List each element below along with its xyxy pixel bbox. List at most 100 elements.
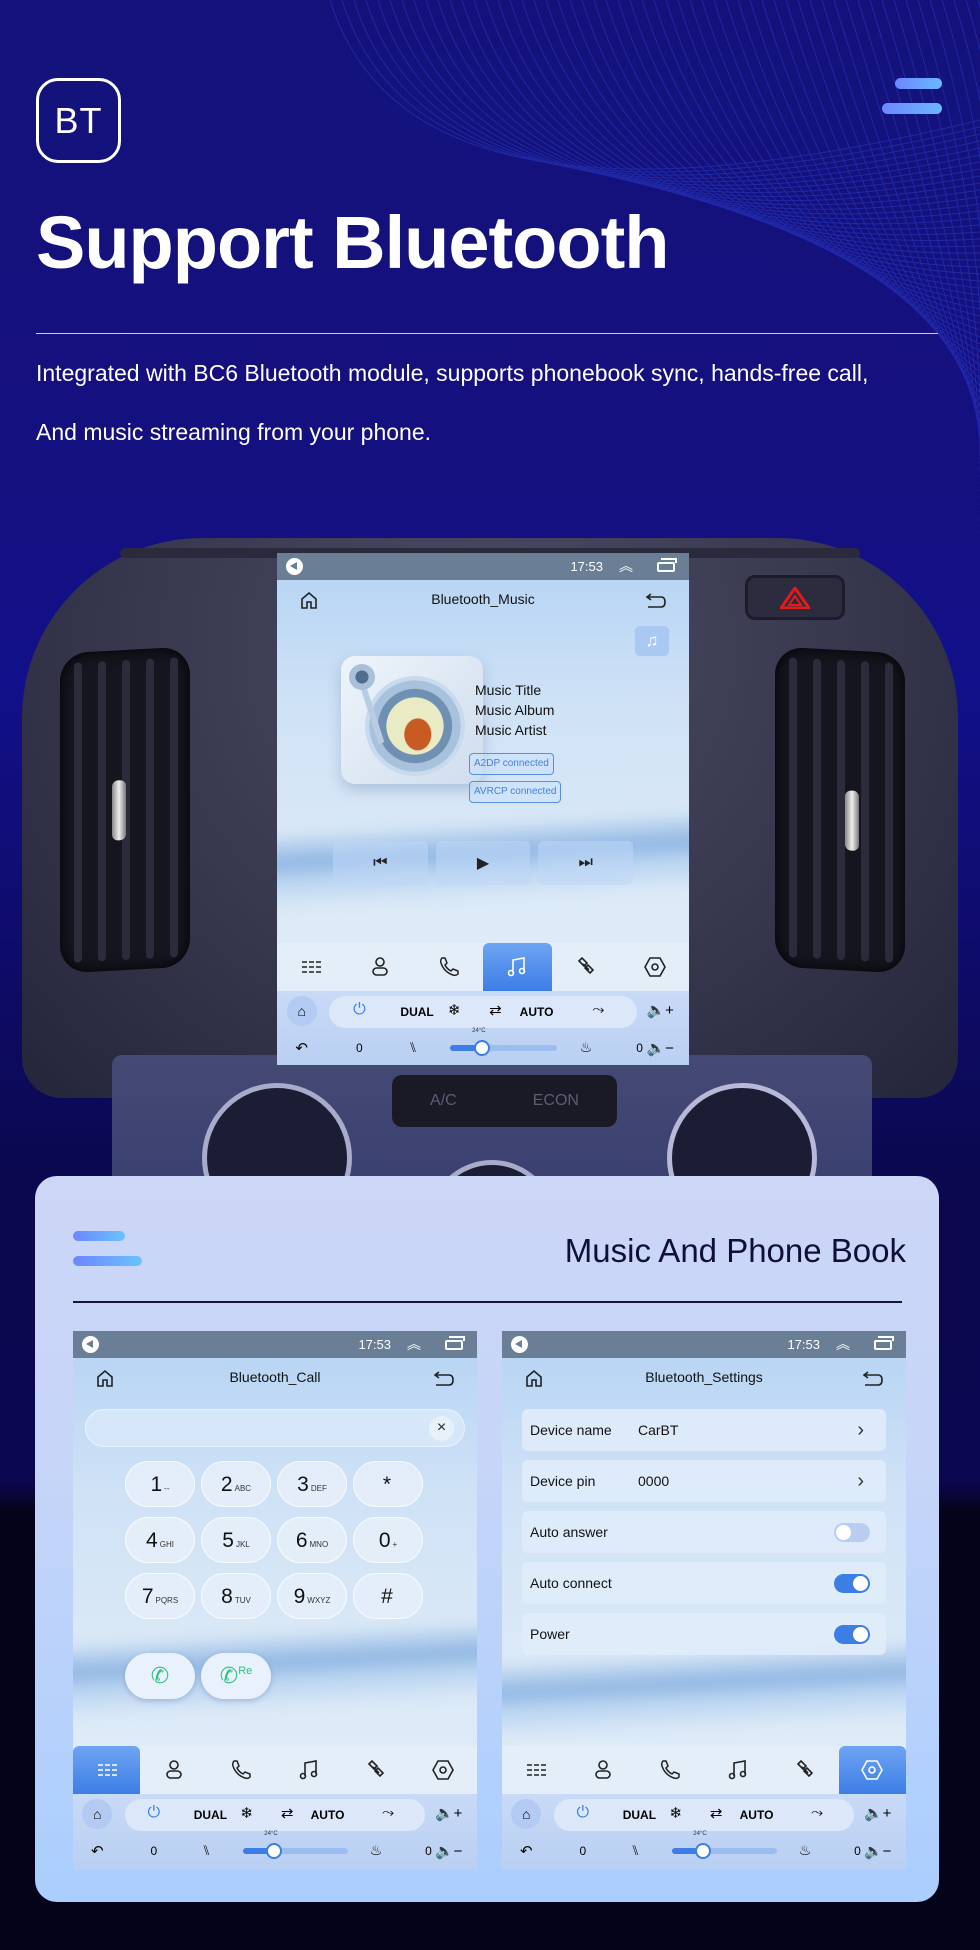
chevron-right-icon[interactable]: › xyxy=(857,1470,864,1493)
return-button[interactable]: ↶ xyxy=(91,1842,104,1860)
volume-down-button[interactable]: 🔈− xyxy=(435,1842,462,1860)
tab-settings[interactable] xyxy=(620,943,689,991)
back-icon[interactable] xyxy=(645,591,667,609)
tab-apps[interactable] xyxy=(277,943,346,991)
auto-button[interactable]: AUTO xyxy=(311,1808,345,1822)
fan-speed-slider[interactable] xyxy=(450,1040,558,1056)
dual-button[interactable]: DUAL xyxy=(623,1808,656,1822)
left-seat-button[interactable]: ⑊ xyxy=(631,1842,639,1858)
settings-row-device-pin[interactable]: Device pin 0000 › xyxy=(522,1460,886,1502)
volume-up-button[interactable]: 🔈+ xyxy=(435,1804,462,1822)
chevron-right-icon[interactable]: › xyxy=(857,1419,864,1442)
tab-contacts[interactable] xyxy=(140,1746,207,1794)
tab-music[interactable] xyxy=(275,1746,342,1794)
tab-call[interactable] xyxy=(414,943,483,991)
call-button[interactable]: ✆ xyxy=(125,1653,195,1699)
fan-speed-slider[interactable] xyxy=(242,1843,348,1859)
tab-settings[interactable] xyxy=(838,1746,906,1794)
toggle-switch[interactable] xyxy=(834,1574,870,1593)
play-button[interactable]: ▶ xyxy=(435,841,531,885)
tab-call[interactable] xyxy=(637,1746,704,1794)
volume-icon[interactable] xyxy=(286,558,303,575)
ac-snowflake-button[interactable]: ❄ xyxy=(240,1804,253,1822)
seat-heat-button[interactable]: ♨ xyxy=(799,1842,812,1859)
volume-icon[interactable] xyxy=(511,1336,528,1353)
ac-button[interactable]: A/C xyxy=(430,1092,457,1110)
recirculation-button[interactable]: ⇄ xyxy=(710,1804,723,1822)
hazard-button[interactable] xyxy=(745,575,845,620)
auto-button[interactable]: AUTO xyxy=(740,1808,774,1822)
clear-button[interactable]: × xyxy=(429,1416,454,1441)
dial-key[interactable]: * xyxy=(353,1461,423,1507)
dial-key[interactable]: 5 JKL xyxy=(201,1517,271,1563)
power-button[interactable]: ⏻ xyxy=(576,1804,589,1822)
redial-button[interactable]: ✆ Re xyxy=(201,1653,271,1699)
next-button[interactable]: ⏭ xyxy=(538,841,634,885)
tab-contacts[interactable] xyxy=(346,943,415,991)
dial-key[interactable]: 3 DEF xyxy=(277,1461,347,1507)
power-button[interactable]: ⏻ xyxy=(353,1001,366,1019)
home-button[interactable]: ⌂ xyxy=(286,996,317,1026)
econ-button[interactable]: ECON xyxy=(533,1092,579,1110)
tab-apps[interactable] xyxy=(73,1746,141,1794)
fan-speed-thumb[interactable] xyxy=(266,1843,283,1859)
fan-speed-slider[interactable] xyxy=(671,1843,777,1859)
recirculation-button[interactable]: ⇄ xyxy=(281,1804,294,1822)
toggle-switch[interactable] xyxy=(834,1523,870,1542)
settings-row-auto-answer[interactable]: Auto answer xyxy=(522,1511,886,1553)
tab-music[interactable] xyxy=(704,1746,771,1794)
recents-icon[interactable] xyxy=(874,1336,894,1350)
music-source-button[interactable]: ♫ xyxy=(635,626,669,656)
dial-key[interactable]: 0 + xyxy=(353,1517,423,1563)
volume-up-button[interactable]: 🔈+ xyxy=(646,1001,673,1019)
dial-key[interactable]: 7 PQRS xyxy=(125,1573,195,1619)
volume-down-button[interactable]: 🔈− xyxy=(864,1842,891,1860)
recents-icon[interactable] xyxy=(657,558,677,572)
settings-row-auto-connect[interactable]: Auto connect xyxy=(522,1562,886,1604)
fan-speed-thumb[interactable] xyxy=(474,1040,491,1056)
tab-link[interactable] xyxy=(771,1746,838,1794)
airflow-button[interactable]: ⤳ xyxy=(382,1804,394,1821)
settings-row-device-name[interactable]: Device name CarBT › xyxy=(522,1409,886,1451)
dual-button[interactable]: DUAL xyxy=(194,1808,227,1822)
recirculation-button[interactable]: ⇄ xyxy=(489,1001,502,1019)
home-button[interactable]: ⌂ xyxy=(511,1799,542,1829)
seat-heat-button[interactable]: ♨ xyxy=(370,1842,383,1859)
dial-key[interactable]: # xyxy=(353,1573,423,1619)
airflow-button[interactable]: ⤳ xyxy=(811,1804,823,1821)
volume-up-button[interactable]: 🔈+ xyxy=(864,1804,891,1822)
back-icon[interactable] xyxy=(433,1369,455,1387)
fan-speed-thumb[interactable] xyxy=(695,1843,712,1859)
ac-snowflake-button[interactable]: ❄ xyxy=(669,1804,682,1822)
tab-contacts[interactable] xyxy=(569,1746,636,1794)
home-button[interactable]: ⌂ xyxy=(82,1799,113,1829)
dial-key[interactable]: 4 GHI xyxy=(125,1517,195,1563)
dial-key[interactable]: 8 TUV xyxy=(201,1573,271,1619)
recents-icon[interactable] xyxy=(445,1336,465,1350)
tab-call[interactable] xyxy=(208,1746,275,1794)
return-button[interactable]: ↶ xyxy=(520,1842,533,1860)
dial-key[interactable]: 2 ABC xyxy=(201,1461,271,1507)
chevron-up-icon[interactable]: ︽ xyxy=(836,1334,850,1354)
tab-link[interactable] xyxy=(342,1746,409,1794)
left-seat-button[interactable]: ⑊ xyxy=(409,1039,417,1055)
chevron-up-icon[interactable]: ︽ xyxy=(619,556,633,576)
dual-button[interactable]: DUAL xyxy=(400,1005,433,1019)
toggle-switch[interactable] xyxy=(834,1625,870,1644)
left-seat-button[interactable]: ⑊ xyxy=(202,1842,210,1858)
return-button[interactable]: ↶ xyxy=(295,1039,308,1057)
back-icon[interactable] xyxy=(862,1369,884,1387)
dial-key[interactable]: 6 MNO xyxy=(277,1517,347,1563)
tab-music[interactable] xyxy=(483,943,552,991)
chevron-up-icon[interactable]: ︽ xyxy=(407,1334,421,1354)
dial-key[interactable]: 1 -- xyxy=(125,1461,195,1507)
ac-snowflake-button[interactable]: ❄ xyxy=(448,1001,461,1019)
dial-key[interactable]: 9 WXYZ xyxy=(277,1573,347,1619)
auto-button[interactable]: AUTO xyxy=(520,1005,554,1019)
settings-row-power[interactable]: Power xyxy=(522,1613,886,1655)
tab-settings[interactable] xyxy=(410,1746,477,1794)
tab-apps[interactable] xyxy=(502,1746,569,1794)
volume-down-button[interactable]: 🔈− xyxy=(646,1039,673,1057)
seat-heat-button[interactable]: ♨ xyxy=(580,1039,593,1056)
tab-link[interactable] xyxy=(552,943,621,991)
